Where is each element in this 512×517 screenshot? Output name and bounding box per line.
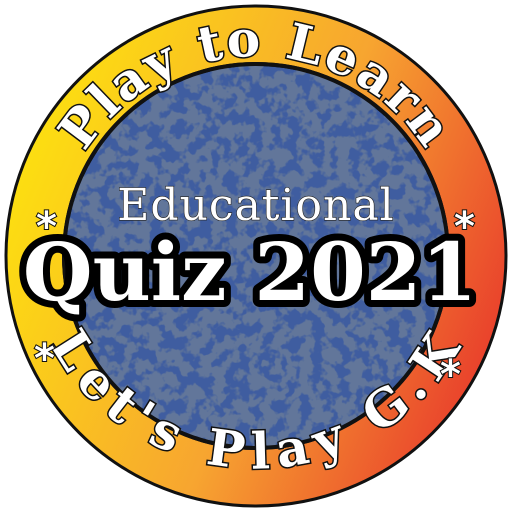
subtitle: Educational — [117, 180, 394, 231]
star-icon-right-lower: * — [440, 352, 461, 398]
badge-svg: Play to Learn Let's Play G.K * * * * Edu… — [4, 4, 508, 508]
star-icon-left-lower: * — [34, 336, 55, 382]
quiz-badge: Play to Learn Let's Play G.K * * * * Edu… — [0, 0, 512, 512]
page-title: Quiz 2021 — [23, 225, 477, 319]
